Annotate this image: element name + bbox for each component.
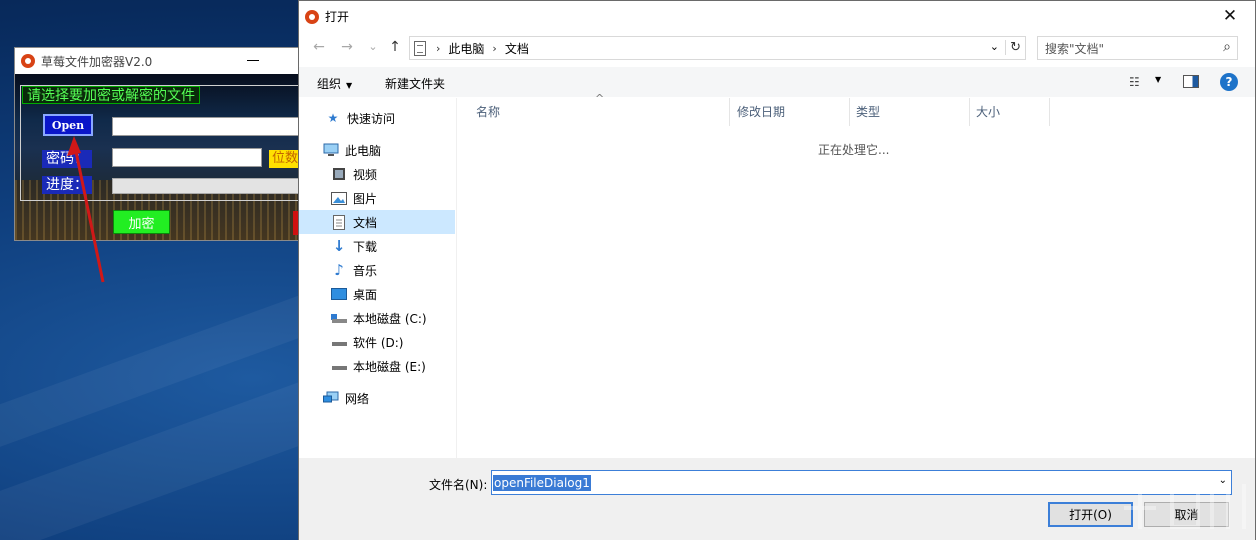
sidebar-item-label: 桌面 — [353, 287, 378, 302]
drive-icon — [331, 335, 347, 349]
column-header-date-modified[interactable]: 修改日期 — [730, 98, 850, 126]
refresh-icon[interactable]: ↻ — [1005, 40, 1021, 55]
column-header-size[interactable]: 大小 — [970, 98, 1050, 126]
video-icon — [331, 167, 347, 181]
sidebar-item-label: 网络 — [345, 391, 370, 406]
sidebar-item-drive-d[interactable]: 软件 (D:) — [299, 330, 455, 354]
chevron-down-icon[interactable]: ▼ — [1155, 75, 1161, 84]
progress-bar — [112, 178, 302, 194]
sidebar-item-downloads[interactable]: ↓ 下载 — [299, 234, 455, 258]
file-path-input[interactable] — [112, 117, 302, 136]
download-icon: ↓ — [332, 237, 346, 255]
address-row: ← → ⌄ ↑ › 此电脑 › 文档 ⌄ ↻ 搜索"文档" ⌕ — [299, 32, 1255, 62]
sidebar-item-label: 此电脑 — [345, 143, 382, 158]
minimize-icon[interactable] — [247, 60, 259, 61]
sidebar-item-videos[interactable]: 视频 — [299, 162, 455, 186]
dialog-title: 打开 — [325, 10, 350, 24]
open-button[interactable]: Open — [43, 114, 93, 136]
organize-menu[interactable]: 组织 ▼ — [317, 75, 352, 92]
sidebar-item-label: 快速访问 — [347, 111, 396, 126]
breadcrumb-separator: › — [492, 41, 497, 55]
sidebar-item-label: 视频 — [353, 167, 378, 182]
command-bar: 组织 ▼ 新建文件夹 ☷ ▼ ? — [299, 67, 1255, 97]
back-arrow-icon[interactable]: ← — [309, 38, 329, 56]
sidebar-item-music[interactable]: ♪ 音乐 — [299, 258, 455, 282]
sidebar-item-pictures[interactable]: 图片 — [299, 186, 455, 210]
file-list: ^ 名称 修改日期 类型 大小 正在处理它... — [458, 92, 1256, 458]
sidebar-item-label: 文档 — [353, 215, 378, 230]
encryptor-title: 草莓文件加密器V2.0 — [41, 54, 153, 69]
address-bar[interactable]: › 此电脑 › 文档 ⌄ ↻ — [409, 36, 1026, 60]
breadcrumb-separator: › — [436, 41, 441, 55]
sidebar-item-documents[interactable]: 文档 — [299, 210, 455, 234]
new-folder-button[interactable]: 新建文件夹 — [385, 75, 445, 92]
star-icon: ★ — [327, 111, 339, 125]
column-header-type[interactable]: 类型 — [850, 98, 970, 126]
sidebar-item-desktop[interactable]: 桌面 — [299, 282, 455, 306]
filename-label: 文件名(N): — [429, 478, 488, 492]
encryptor-body: 请选择要加密或解密的文件 Open 密码： 位数 进度： 加密 — [15, 74, 303, 240]
search-placeholder: 搜索"文档" — [1045, 41, 1105, 56]
loading-status: 正在处理它... — [818, 143, 890, 157]
sidebar-item-label: 图片 — [353, 191, 378, 206]
encryptor-window: 草莓文件加密器V2.0 请选择要加密或解密的文件 Open 密码： 位数 进度：… — [14, 47, 304, 241]
sidebar-item-label: 本地磁盘 (C:) — [353, 311, 427, 326]
sidebar-item-label: 软件 (D:) — [353, 335, 404, 350]
prompt-label: 请选择要加密或解密的文件 — [22, 86, 200, 104]
close-icon[interactable]: ✕ — [1215, 4, 1245, 28]
progress-label: 进度： — [42, 176, 92, 194]
breadcrumb-documents[interactable]: 文档 — [505, 40, 529, 57]
picture-icon — [331, 191, 347, 205]
forward-arrow-icon[interactable]: → — [337, 38, 357, 56]
desktop-icon — [331, 287, 347, 301]
recent-locations-icon[interactable]: ⌄ — [363, 38, 383, 56]
up-arrow-icon[interactable]: ↑ — [385, 38, 405, 56]
drive-icon — [331, 359, 347, 373]
computer-icon — [323, 143, 339, 157]
encrypt-button[interactable]: 加密 — [113, 210, 170, 234]
dialog-titlebar[interactable]: 打开 ✕ — [299, 1, 1255, 32]
view-options-icon[interactable]: ☷ — [1129, 75, 1140, 89]
sidebar-item-this-pc[interactable]: 此电脑 — [299, 138, 455, 162]
help-icon[interactable]: ? — [1220, 73, 1238, 91]
sidebar-item-label: 下载 — [353, 239, 378, 254]
document-icon — [331, 214, 347, 230]
navigation-pane: ★ 快速访问 此电脑 视频 图片 文档 ↓ 下载 ♪ 音乐 桌面 本地磁盘 (C… — [299, 98, 457, 458]
search-icon[interactable]: ⌕ — [1223, 39, 1231, 55]
password-input[interactable] — [112, 148, 262, 167]
sidebar-item-drive-c[interactable]: 本地磁盘 (C:) — [299, 306, 455, 330]
sidebar-item-quick-access[interactable]: ★ 快速访问 — [299, 106, 455, 130]
network-icon — [323, 391, 339, 405]
open-file-dialog: 打开 ✕ ← → ⌄ ↑ › 此电脑 › 文档 ⌄ ↻ 搜索"文档" ⌕ 组织 ▼… — [298, 0, 1256, 540]
chevron-down-icon: ▼ — [346, 81, 353, 90]
sidebar-item-label: 本地磁盘 (E:) — [353, 359, 426, 374]
strawberry-logo-icon — [21, 54, 35, 68]
search-input[interactable]: 搜索"文档" ⌕ — [1037, 36, 1238, 60]
address-dropdown-icon[interactable]: ⌄ — [990, 40, 999, 53]
sidebar-item-label: 音乐 — [353, 263, 378, 278]
preview-pane-icon[interactable] — [1183, 75, 1199, 88]
encryptor-titlebar[interactable]: 草莓文件加密器V2.0 — [15, 48, 303, 74]
filename-value: openFileDialog1 — [493, 474, 591, 491]
sidebar-item-network[interactable]: 网络 — [299, 386, 455, 410]
column-header-name[interactable]: 名称 — [458, 98, 730, 126]
organize-label: 组织 — [317, 77, 342, 91]
music-icon: ♪ — [334, 261, 344, 279]
sidebar-item-drive-e[interactable]: 本地磁盘 (E:) — [299, 354, 455, 378]
drive-icon — [331, 311, 347, 325]
breadcrumb-this-pc[interactable]: 此电脑 — [448, 40, 484, 57]
strawberry-logo-icon — [305, 9, 319, 24]
watermark-logo — [1120, 484, 1246, 529]
password-label: 密码： — [42, 150, 92, 168]
document-location-icon — [414, 40, 426, 56]
